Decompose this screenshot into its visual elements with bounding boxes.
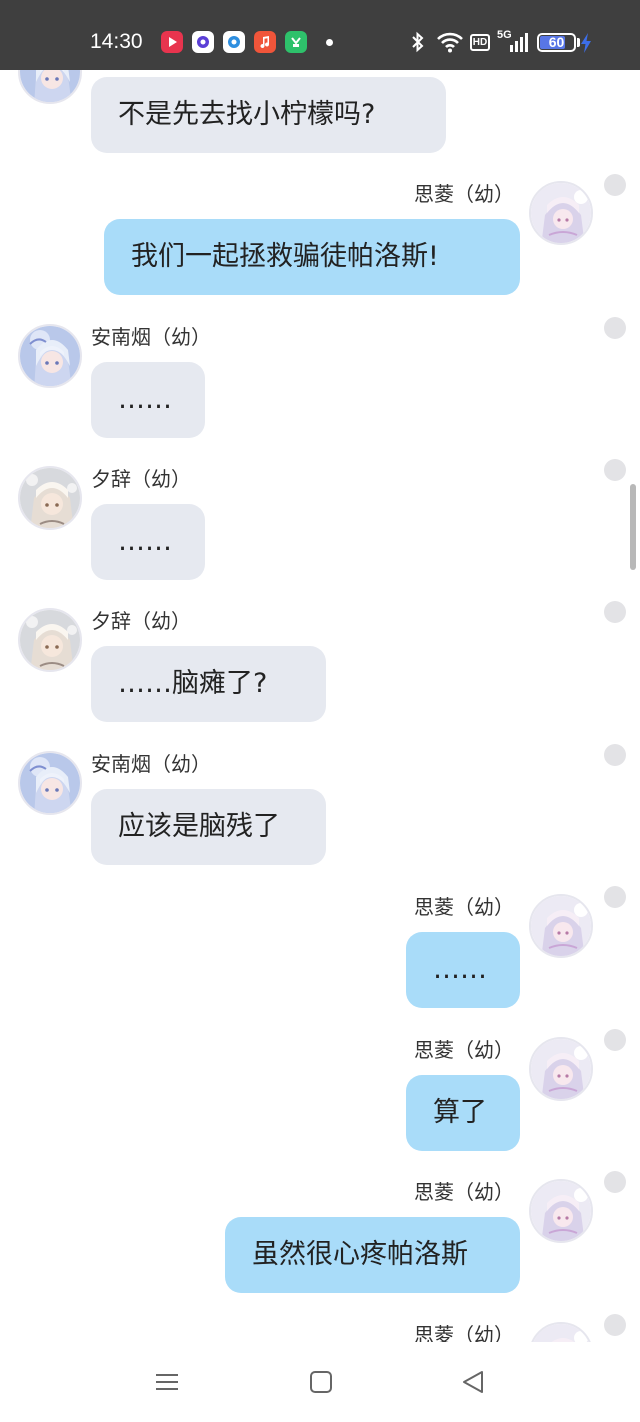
sender-name: 思菱（幼） (414, 1180, 514, 1204)
message-bubble[interactable]: 虽然很心疼帕洛斯 (225, 1217, 520, 1293)
sender-name: 思菱（幼） (414, 182, 514, 206)
5g-signal-icon (510, 33, 528, 56)
sender-name: 思菱（幼） (414, 1038, 514, 1062)
back-icon[interactable] (461, 1370, 485, 1398)
battery-level: 60 (548, 34, 565, 50)
message-select-radio[interactable] (604, 1029, 626, 1051)
message-select-radio[interactable] (604, 1314, 626, 1336)
music-app-icon (254, 31, 276, 53)
status-time: 14:30 (90, 30, 143, 53)
annanyan-avatar[interactable] (18, 751, 82, 815)
sender-name: 夕辞（幼） (91, 609, 191, 633)
sender-name: 思菱（幼） (414, 1323, 514, 1342)
message-bubble[interactable]: 应该是脑残了 (91, 789, 326, 865)
message-bubble[interactable]: …… (91, 362, 205, 438)
message-select-radio[interactable] (604, 174, 626, 196)
message-bubble[interactable]: ……脑瘫了? (91, 646, 326, 722)
siling-avatar[interactable] (529, 894, 593, 958)
message-select-radio[interactable] (604, 317, 626, 339)
message-bubble[interactable]: 算了 (406, 1075, 520, 1151)
video-app-icon (161, 31, 183, 53)
message-select-radio[interactable] (604, 886, 626, 908)
message-bubble[interactable]: 我们一起拯救骗徒帕洛斯! (104, 219, 520, 295)
sender-name: 安南烟（幼） (91, 325, 211, 349)
wifi-icon (436, 31, 464, 57)
annanyan-avatar[interactable] (18, 70, 82, 104)
sender-name: 安南烟（幼） (91, 752, 211, 776)
shopping-app-icon (285, 31, 307, 53)
sender-name: 思菱（幼） (414, 895, 514, 919)
sender-name: 夕辞（幼） (91, 467, 191, 491)
message-select-radio[interactable] (604, 744, 626, 766)
chat-history[interactable]: 不是先去找小柠檬吗? 思菱（幼） 我们一起拯救骗徒帕洛斯! 安南烟（幼） …… … (0, 70, 640, 1342)
message-bubble[interactable]: …… (406, 932, 520, 1008)
battery-indicator: 60 (537, 33, 576, 52)
browser-app-icon (192, 31, 214, 53)
message-bubble[interactable]: 不是先去找小柠檬吗? (91, 77, 446, 153)
hd-icon: HD (470, 34, 490, 51)
message-select-radio[interactable] (604, 1171, 626, 1193)
message-app-icon (223, 31, 245, 53)
home-icon[interactable] (309, 1370, 333, 1398)
message-select-radio[interactable] (604, 459, 626, 481)
status-bar: 14:30 HD 5G 60 (0, 0, 640, 70)
bluetooth-icon (410, 31, 426, 57)
message-bubble[interactable]: …… (91, 504, 205, 580)
message-select-radio[interactable] (604, 601, 626, 623)
siling-avatar[interactable] (529, 1179, 593, 1243)
menu-icon[interactable] (155, 1370, 179, 1398)
notification-dot (326, 39, 333, 46)
xici-avatar[interactable] (18, 608, 82, 672)
scrollbar-thumb[interactable] (630, 484, 636, 570)
siling-avatar[interactable] (529, 1037, 593, 1101)
charging-bolt-icon (580, 33, 592, 57)
xici-avatar[interactable] (18, 466, 82, 530)
annanyan-avatar[interactable] (18, 324, 82, 388)
siling-avatar[interactable] (529, 1322, 593, 1342)
siling-avatar[interactable] (529, 181, 593, 245)
navigation-bar (0, 1342, 640, 1422)
